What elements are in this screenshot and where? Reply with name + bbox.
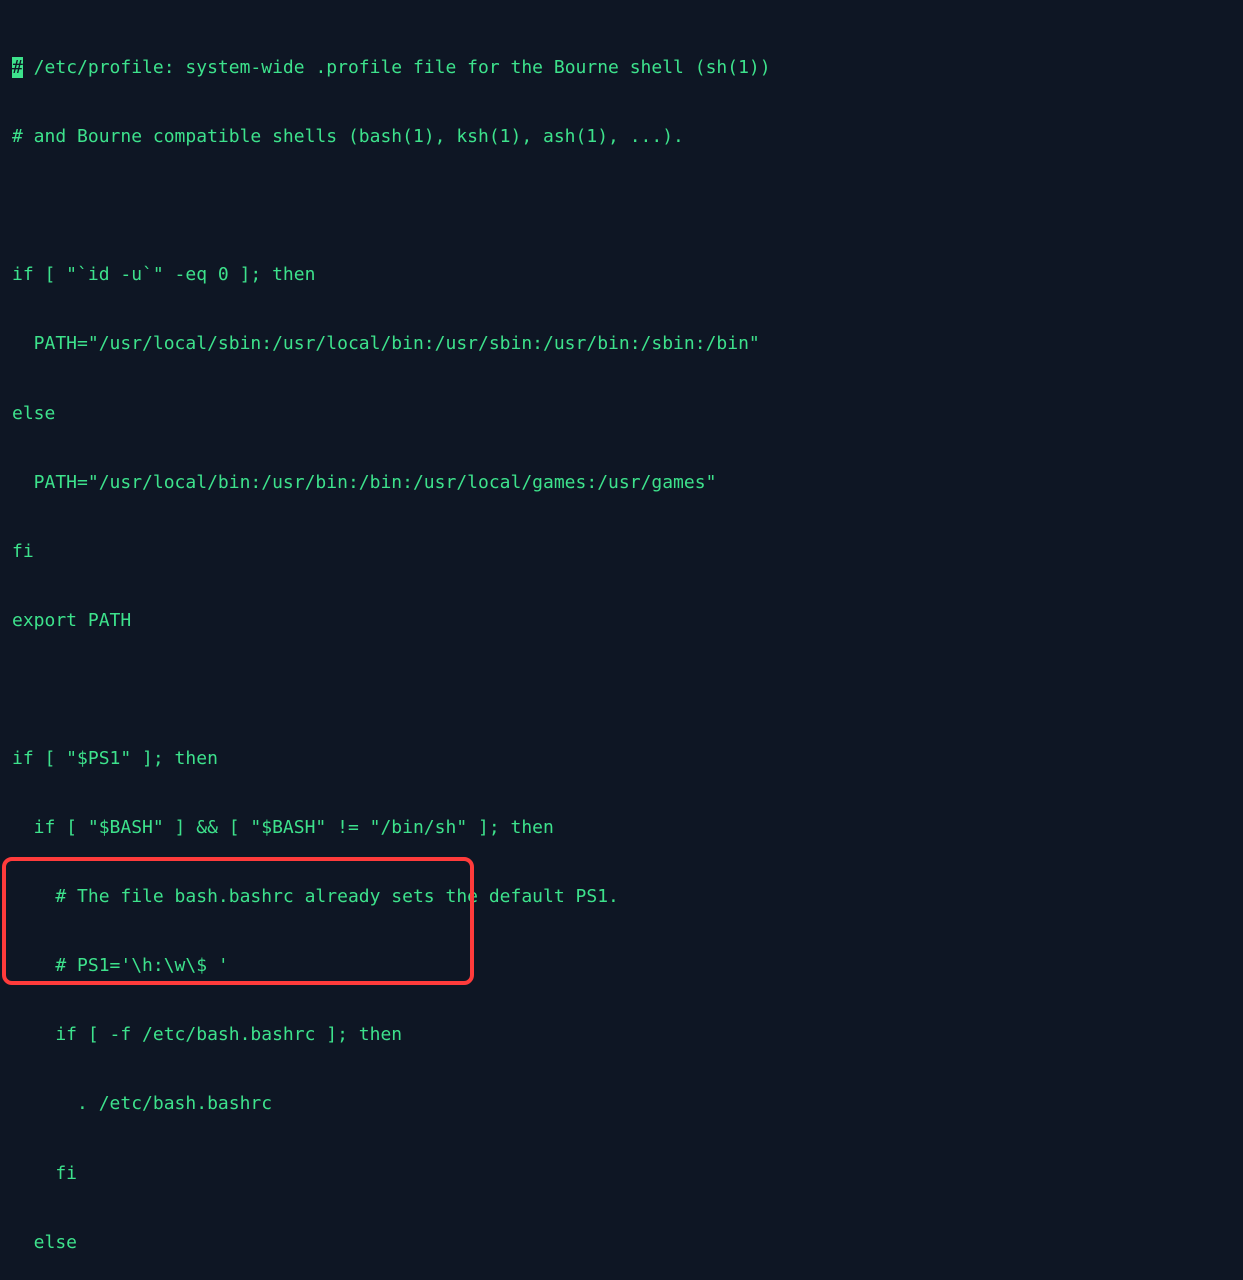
vim-editor[interactable]: # /etc/profile: system-wide .profile fil…: [0, 0, 1243, 1280]
code-line-8: export PATH: [12, 609, 1231, 632]
code-line-6: PATH="/usr/local/bin:/usr/bin:/bin:/usr/…: [12, 471, 1231, 494]
code-line-13: # PS1='\h:\w\$ ': [12, 954, 1231, 977]
code-line-1: # and Bourne compatible shells (bash(1),…: [12, 125, 1231, 148]
code-line-3: if [ "`id -u`" -eq 0 ]; then: [12, 263, 1231, 286]
line-0-rest: /etc/profile: system-wide .profile file …: [23, 57, 771, 78]
code-line-2: [12, 194, 1231, 217]
code-line-0: # /etc/profile: system-wide .profile fil…: [12, 56, 1231, 79]
code-line-12: # The file bash.bashrc already sets the …: [12, 885, 1231, 908]
code-line-5: else: [12, 402, 1231, 425]
code-line-10: if [ "$PS1" ]; then: [12, 747, 1231, 770]
code-line-11: if [ "$BASH" ] && [ "$BASH" != "/bin/sh"…: [12, 816, 1231, 839]
code-line-9: [12, 678, 1231, 701]
cursor: #: [12, 57, 23, 78]
code-line-15: . /etc/bash.bashrc: [12, 1092, 1231, 1115]
code-line-7: fi: [12, 540, 1231, 563]
code-line-14: if [ -f /etc/bash.bashrc ]; then: [12, 1023, 1231, 1046]
code-line-4: PATH="/usr/local/sbin:/usr/local/bin:/us…: [12, 332, 1231, 355]
code-line-16: fi: [12, 1162, 1231, 1185]
code-line-17: else: [12, 1231, 1231, 1254]
